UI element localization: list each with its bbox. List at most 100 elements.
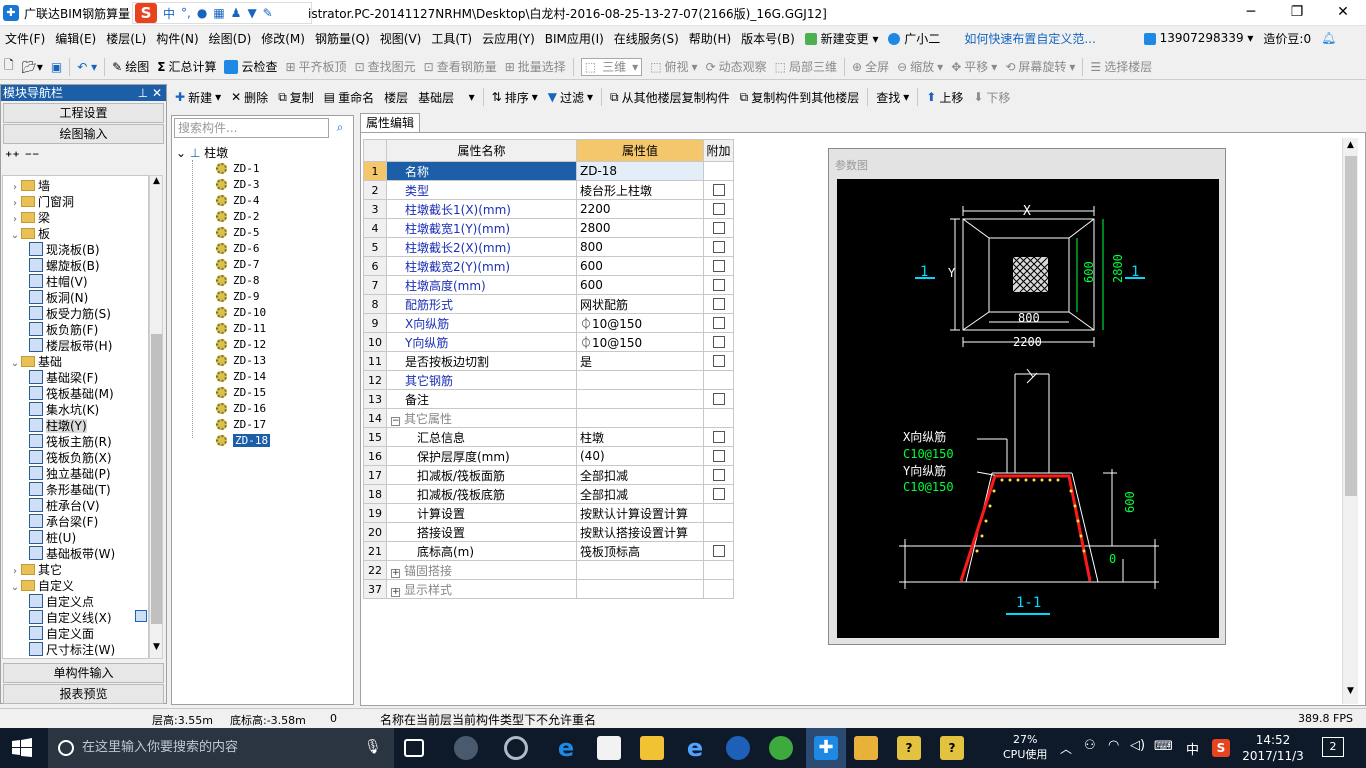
menu-view[interactable]: 视图(V): [375, 30, 427, 47]
open-folder-icon[interactable]: 📂︎▾: [18, 60, 47, 74]
user-icon[interactable]: ♟: [231, 6, 242, 20]
mic-taskbar-icon[interactable]: 🎙︎: [364, 739, 382, 755]
property-row[interactable]: 10 Y向纵筋 ⏀10@150: [363, 332, 734, 352]
extra-checkbox[interactable]: [712, 545, 725, 557]
menu-account[interactable]: 13907298339 ▾: [1139, 31, 1259, 45]
property-value[interactable]: 2200: [576, 199, 704, 219]
extra-checkbox[interactable]: [712, 184, 725, 196]
menu-tools[interactable]: 工具(T): [426, 30, 477, 47]
nav-tree-item[interactable]: ⌄ 基础: [9, 354, 62, 370]
property-row[interactable]: 12 其它钢筋: [363, 370, 734, 390]
nav-tree-item[interactable]: ⌄ 自定义: [9, 578, 74, 594]
component-item[interactable]: ZD-4: [216, 193, 260, 209]
nav-tree-item[interactable]: 板负筋(F): [29, 322, 98, 338]
property-row[interactable]: 5 柱墩截长2(X)(mm) 800: [363, 237, 734, 257]
nav-tree-item[interactable]: › 门窗洞: [9, 194, 74, 210]
edge-icon[interactable]: e: [554, 736, 578, 760]
punct-icon[interactable]: °,: [181, 6, 191, 20]
360-icon[interactable]: [769, 736, 793, 760]
component-item[interactable]: ZD-13: [216, 353, 266, 369]
property-row[interactable]: 15 汇总信息 柱墩: [363, 427, 734, 447]
copy-button[interactable]: ⧉ 复制: [273, 89, 319, 106]
component-item[interactable]: ZD-8: [216, 273, 260, 289]
nav-tree-item[interactable]: 自定义线(X): [29, 610, 112, 626]
undo-icon[interactable]: ↶ ▾: [73, 60, 101, 74]
property-extra[interactable]: [703, 218, 734, 238]
menu-online[interactable]: 在线服务(S): [609, 30, 684, 47]
menu-edit[interactable]: 编辑(E): [50, 30, 101, 47]
nav-tree-item[interactable]: 柱墩(Y): [29, 418, 87, 434]
property-value[interactable]: 600: [576, 256, 704, 276]
component-search-input[interactable]: 搜索构件...: [174, 118, 329, 138]
task-view-icon[interactable]: [404, 739, 424, 757]
property-value[interactable]: (40): [576, 446, 704, 466]
extra-checkbox[interactable]: [712, 222, 725, 234]
menu-version[interactable]: 版本号(B): [736, 30, 800, 47]
property-extra[interactable]: [703, 294, 734, 314]
property-row[interactable]: 37 + 显示样式: [363, 579, 734, 599]
nav-tree-item[interactable]: 自定义面: [29, 626, 94, 642]
notification-icon[interactable]: 2: [1322, 737, 1344, 757]
extra-checkbox[interactable]: [712, 450, 725, 462]
search-icon[interactable]: ⌕: [330, 118, 350, 138]
component-item[interactable]: ZD-16: [216, 401, 266, 417]
property-value[interactable]: 全部扣减: [576, 465, 704, 485]
property-extra[interactable]: [703, 313, 734, 333]
extra-checkbox[interactable]: [712, 336, 725, 348]
taskbar-search-input[interactable]: 在这里输入你要搜索的内容: [48, 728, 394, 768]
keyboard-tray-icon[interactable]: ⌨: [1154, 739, 1173, 754]
help-app2-icon[interactable]: ?: [940, 736, 964, 760]
nav-tree-item[interactable]: › 其它: [9, 562, 62, 578]
property-extra[interactable]: [703, 237, 734, 257]
property-extra[interactable]: [703, 446, 734, 466]
nav-tree-item[interactable]: 基础梁(F): [29, 370, 98, 386]
skin-icon[interactable]: ▼: [247, 6, 256, 20]
menu-rebar[interactable]: 钢筋量(Q): [310, 30, 375, 47]
select-floor-button[interactable]: ☰ 选择楼层: [1086, 58, 1156, 75]
property-value[interactable]: 全部扣减: [576, 484, 704, 504]
nav-tree-item[interactable]: 独立基础(P): [29, 466, 111, 482]
nav-tree-item[interactable]: 筏板负筋(X): [29, 450, 112, 466]
browser-g-icon[interactable]: [504, 736, 528, 760]
nav-tree-item[interactable]: 条形基础(T): [29, 482, 111, 498]
menu-component[interactable]: 构件(N): [151, 30, 203, 47]
nav-tree-item[interactable]: 承台梁(F): [29, 514, 98, 530]
extra-checkbox[interactable]: [712, 469, 725, 481]
nav-tree-item[interactable]: ⌄ 板: [9, 226, 50, 242]
network-people-icon[interactable]: ⚇: [1084, 738, 1096, 753]
ime-toolbar[interactable]: S 中 °, ● ▦ ♟ ▼ ✎: [132, 2, 312, 24]
extra-checkbox[interactable]: [712, 317, 725, 329]
save-icon[interactable]: ▣: [47, 60, 66, 74]
wrench-icon[interactable]: ✎: [263, 6, 273, 20]
property-value[interactable]: 按默认计算设置计算: [576, 503, 704, 523]
store-icon[interactable]: [597, 736, 621, 760]
nav-tree-item[interactable]: 桩承台(V): [29, 498, 100, 514]
summary-button[interactable]: Σ 汇总计算: [153, 58, 220, 75]
windows-start-icon[interactable]: [12, 738, 32, 758]
single-input-button[interactable]: 单构件输入: [3, 663, 164, 683]
property-row[interactable]: 11 是否按板边切割是: [363, 351, 734, 371]
group-toggle-icon[interactable]: −: [391, 416, 400, 426]
component-item[interactable]: ZD-9: [216, 289, 260, 305]
nav-tree-item[interactable]: 螺旋板(B): [29, 258, 100, 274]
cpu-usage[interactable]: 27% CPU使用: [1003, 732, 1047, 762]
property-row[interactable]: 13 备注: [363, 389, 734, 409]
component-item[interactable]: ZD-18: [216, 433, 271, 449]
grid-icon[interactable]: [135, 610, 147, 622]
component-item[interactable]: ZD-17: [216, 417, 266, 433]
fan-app-icon[interactable]: [454, 736, 478, 760]
component-item[interactable]: ZD-1: [216, 161, 260, 177]
pin-icon[interactable]: ⊥ ✕: [138, 85, 162, 101]
menu-cloud[interactable]: 云应用(Y): [477, 30, 540, 47]
property-value[interactable]: [576, 560, 704, 580]
fullscreen-button[interactable]: ⊕ 全屏: [848, 58, 893, 75]
property-row[interactable]: 14− 其它属性: [363, 408, 734, 428]
component-item[interactable]: ZD-3: [216, 177, 260, 193]
property-value[interactable]: [576, 408, 704, 428]
component-item[interactable]: ZD-5: [216, 225, 260, 241]
property-value[interactable]: 网状配筋: [576, 294, 704, 314]
batch-select-button[interactable]: ⊞ 批量选择: [501, 58, 570, 75]
extra-checkbox[interactable]: [712, 241, 725, 253]
property-value[interactable]: [576, 389, 704, 409]
view-mode-dropdown[interactable]: ⬚ 三维 ▾: [577, 57, 646, 76]
